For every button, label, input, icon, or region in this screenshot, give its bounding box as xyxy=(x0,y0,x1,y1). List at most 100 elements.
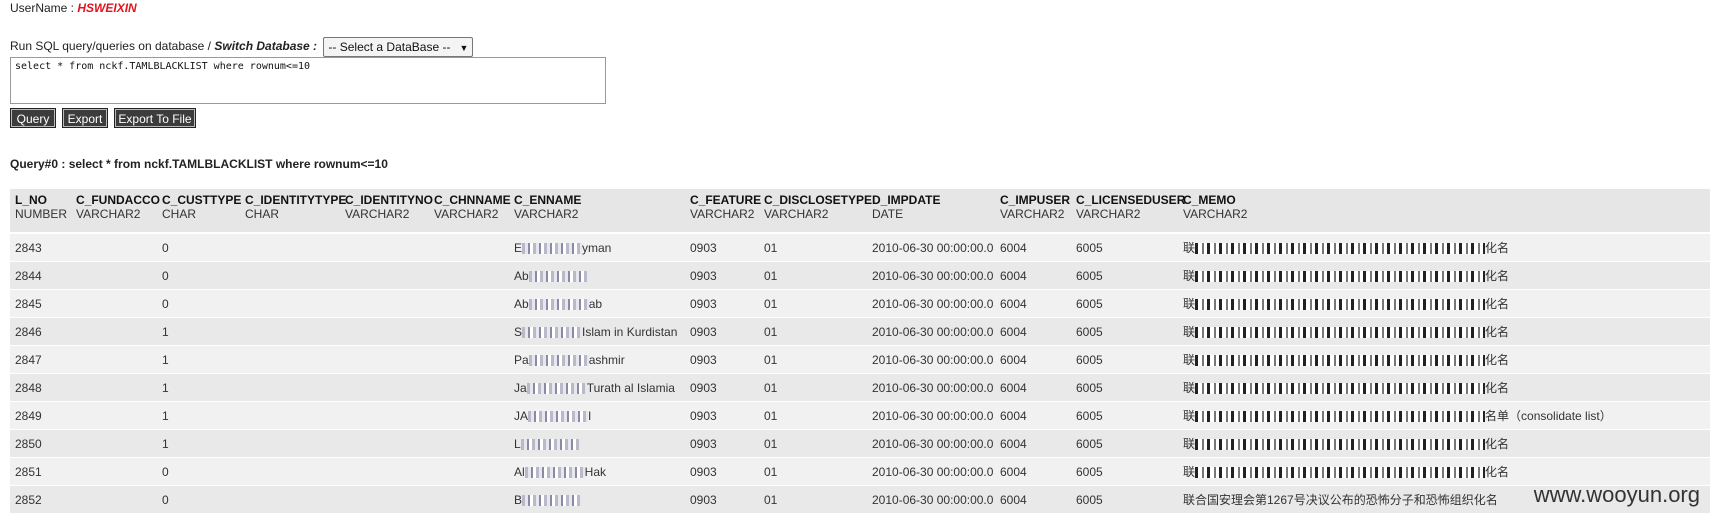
redacted-text xyxy=(522,326,583,338)
cell-no: 2847 xyxy=(10,345,71,374)
cell-no: 2844 xyxy=(10,261,71,290)
cell-idno xyxy=(340,317,429,346)
cell-memo: 联 名单（consolidate list） xyxy=(1178,401,1710,430)
sql-prefix-text: Run SQL query/queries on database / xyxy=(10,39,215,54)
cell-memo: 联 化名 xyxy=(1178,233,1710,262)
cell-feature: 0903 xyxy=(685,429,759,458)
memo-start: 联 xyxy=(1183,269,1196,283)
column-type: VARCHAR2 xyxy=(76,207,141,221)
cell-custtype: 0 xyxy=(157,261,240,290)
cell-enname: JA I xyxy=(509,401,685,430)
enname-end: Turath al Islamia xyxy=(586,380,675,395)
redacted-text xyxy=(1195,327,1486,339)
cell-impdate: 2010-06-30 00:00:00.0 xyxy=(867,261,995,290)
cell-licuser: 6005 xyxy=(1071,373,1178,402)
export-button[interactable]: Export xyxy=(62,108,108,128)
memo-start: 联合国安理会第1267号决议公布的恐怖分子和恐怖组织化名 xyxy=(1183,493,1498,507)
memo-start: 联 xyxy=(1183,381,1196,395)
cell-fundacco xyxy=(71,457,157,486)
cell-custtype: 0 xyxy=(157,289,240,318)
column-name: C_IDENTITYNO xyxy=(345,193,434,207)
cell-feature: 0903 xyxy=(685,401,759,430)
column-header-c-impuser: C_IMPUSER VARCHAR2 xyxy=(995,189,1071,234)
redacted-text xyxy=(528,410,589,422)
cell-impdate: 2010-06-30 00:00:00.0 xyxy=(867,457,995,486)
cell-custtype: 1 xyxy=(157,317,240,346)
redacted-text xyxy=(526,382,587,394)
cell-no: 2850 xyxy=(10,429,71,458)
enname-start: B xyxy=(514,492,523,507)
cell-fundacco xyxy=(71,261,157,290)
cell-enname: Eyman xyxy=(509,233,685,262)
query-button[interactable]: Query xyxy=(10,108,56,128)
redacted-text xyxy=(528,298,589,310)
table-row: 2851 0 Al Hak 0903 01 2010-06-30 00:00:00.0 600… xyxy=(10,457,1710,486)
cell-chnname xyxy=(429,261,509,290)
redacted-text xyxy=(1195,411,1486,423)
sql-toolbar: Run SQL query/queries on database / Swit… xyxy=(10,37,474,57)
cell-idtype xyxy=(240,485,340,514)
cell-disclose: 01 xyxy=(759,345,867,374)
column-type: CHAR xyxy=(162,207,197,221)
enname-start: S xyxy=(514,324,523,339)
cell-no: 2846 xyxy=(10,317,71,346)
enname-start: JA xyxy=(514,408,529,423)
enname-end: ab xyxy=(588,296,603,311)
database-select[interactable]: -- Select a DataBase -- ▼ xyxy=(323,37,474,57)
memo-start: 联 xyxy=(1183,297,1196,311)
cell-impuser: 6004 xyxy=(995,401,1071,430)
cell-no: 2851 xyxy=(10,457,71,486)
cell-idno xyxy=(340,261,429,290)
column-name: C_IDENTITYTYPE xyxy=(245,193,347,207)
cell-licuser: 6005 xyxy=(1071,429,1178,458)
table-row: 2848 1 Ja Turath al Islamia 0903 01 2010-06-30… xyxy=(10,373,1710,402)
cell-feature: 0903 xyxy=(685,261,759,290)
cell-enname: Al Hak xyxy=(509,457,685,486)
column-type: NUMBER xyxy=(15,207,68,221)
column-type: VARCHAR2 xyxy=(764,207,829,221)
redacted-text xyxy=(1195,439,1486,451)
cell-impuser: 6004 xyxy=(995,317,1071,346)
sql-query-input[interactable]: select * from nckf.TAMLBLACKLIST where r… xyxy=(10,57,606,104)
column-header-c-enname: C_ENNAME VARCHAR2 xyxy=(509,189,685,234)
cell-impuser: 6004 xyxy=(995,457,1071,486)
column-type: DATE xyxy=(872,207,904,221)
cell-no: 2845 xyxy=(10,289,71,318)
column-header-c-identitytype: C_IDENTITYTYPE CHAR xyxy=(240,189,347,234)
column-name: C_CHNNAME xyxy=(434,193,511,207)
export-to-file-button[interactable]: Export To File xyxy=(114,108,196,128)
result-table: L_NO NUMBER C_FUNDACCO VARCHAR2 C_CUSTTYPE CH… xyxy=(10,189,1710,514)
cell-licuser: 6005 xyxy=(1071,261,1178,290)
column-type: VARCHAR2 xyxy=(514,207,579,221)
column-name: C_IMPUSER xyxy=(1000,193,1071,207)
cell-feature: 0903 xyxy=(685,345,759,374)
cell-memo: 联 化名 xyxy=(1178,261,1710,290)
enname-start: Ab xyxy=(514,268,529,283)
enname-start: Ab xyxy=(514,296,529,311)
enname-end: I xyxy=(588,408,592,423)
cell-impdate: 2010-06-30 00:00:00.0 xyxy=(867,289,995,318)
cell-licuser: 6005 xyxy=(1071,317,1178,346)
cell-disclose: 01 xyxy=(759,289,867,318)
table-header-row: L_NO NUMBER C_FUNDACCO VARCHAR2 C_CUSTTYPE CH… xyxy=(10,189,1710,234)
cell-licuser: 6005 xyxy=(1071,401,1178,430)
column-name: C_FUNDACCO xyxy=(76,193,160,207)
table-row: 2852 0 B 0903 01 2010-06-30 00:00:00.0 6004 600… xyxy=(10,485,1710,514)
cell-impuser: 6004 xyxy=(995,233,1071,262)
user-label: UserName : xyxy=(10,1,78,15)
cell-memo: 联 化名 xyxy=(1178,317,1710,346)
cell-fundacco xyxy=(71,345,157,374)
cell-disclose: 01 xyxy=(759,317,867,346)
memo-end: 化名 xyxy=(1485,353,1510,367)
table-row: 2843 0 Eyman 0903 01 2010-06-30 00:00:00.0 600… xyxy=(10,233,1710,262)
column-header-c-fundacco: C_FUNDACCO VARCHAR2 xyxy=(71,189,160,234)
enname-end: ashmir xyxy=(588,352,625,367)
cell-idno xyxy=(340,401,429,430)
cell-chnname xyxy=(429,401,509,430)
cell-chnname xyxy=(429,373,509,402)
column-name: C_CUSTTYPE xyxy=(162,193,242,207)
column-header-c-disclosetype: C_DISCLOSETYPE VARCHAR2 xyxy=(759,189,872,234)
cell-feature: 0903 xyxy=(685,485,759,514)
cell-chnname xyxy=(429,457,509,486)
cell-impuser: 6004 xyxy=(995,485,1071,514)
